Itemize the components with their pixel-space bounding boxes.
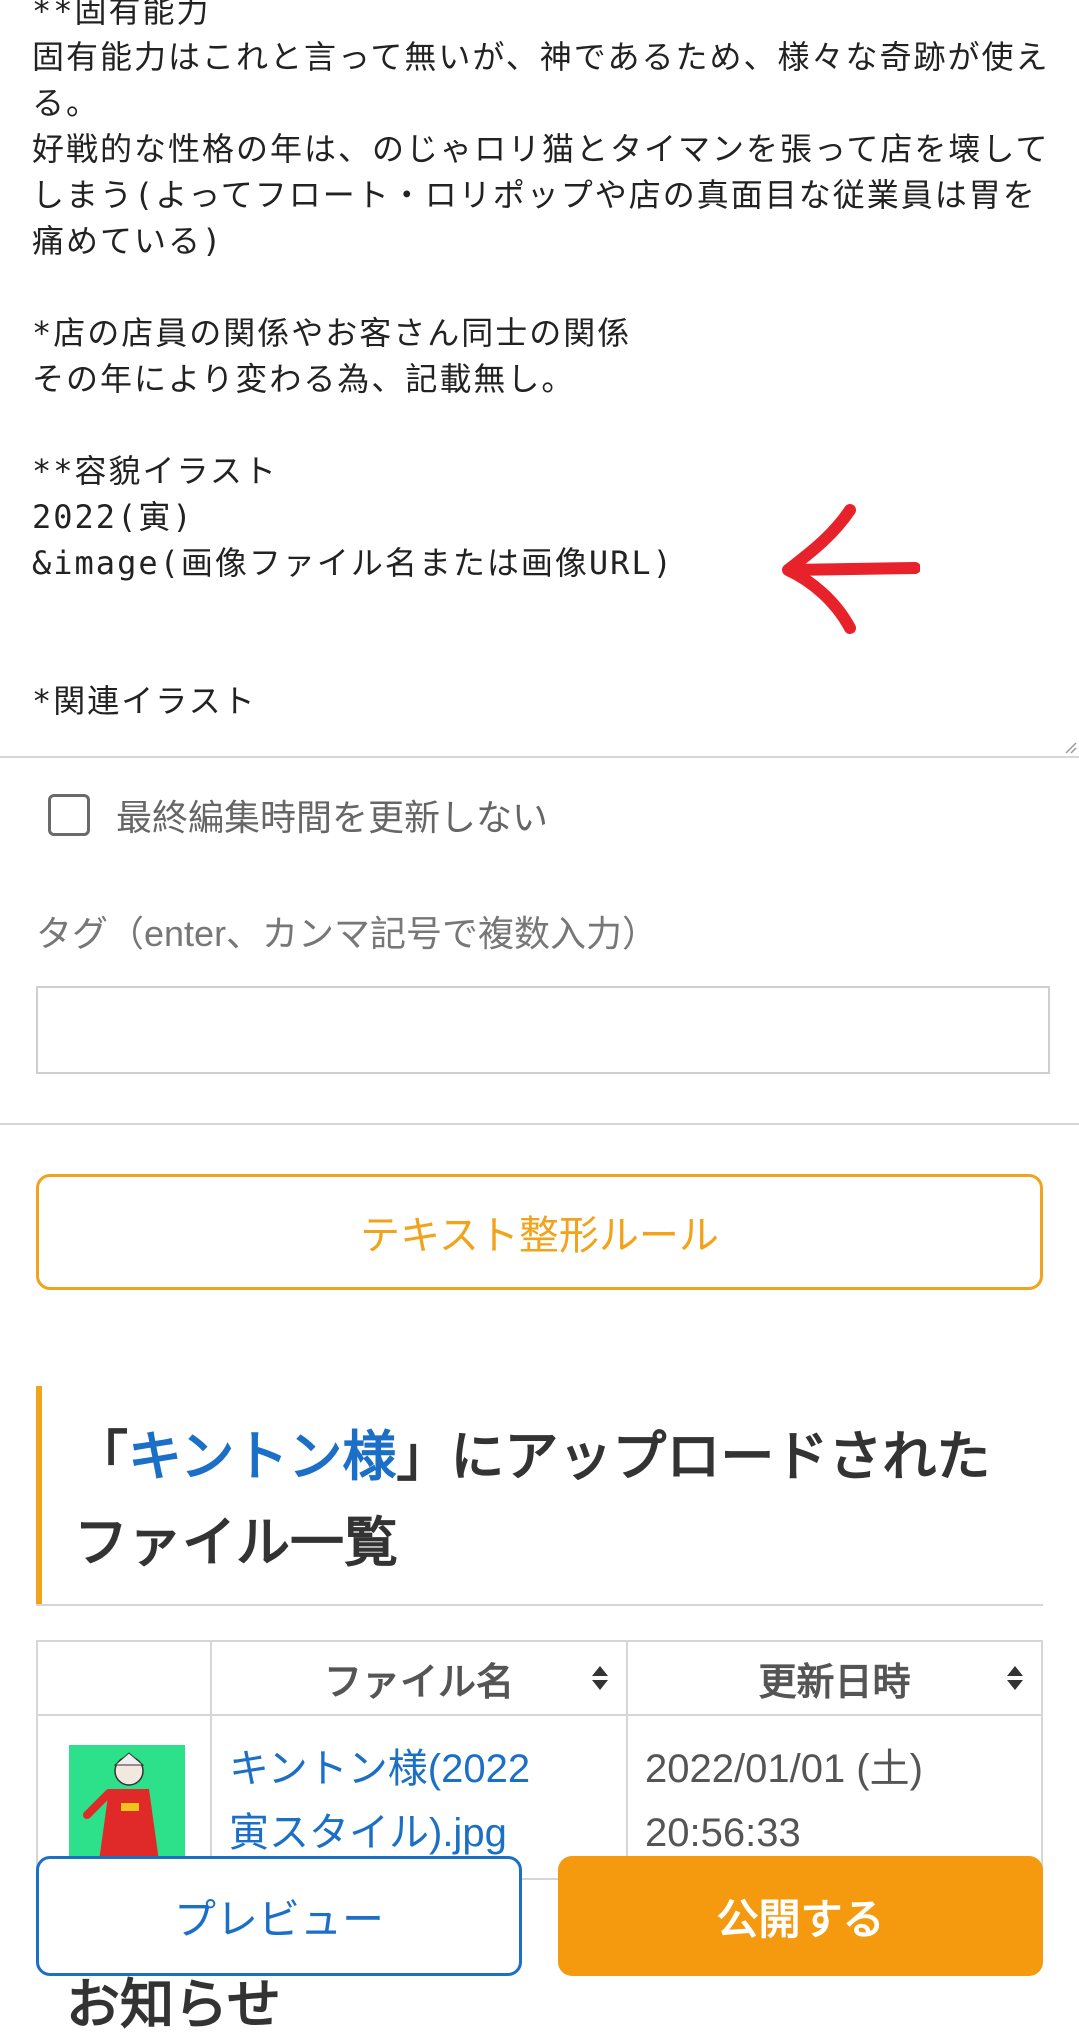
table-row: キントン様(2022 寅スタイル).jpg 2022/01/01 (土) 20:… bbox=[36, 1714, 1043, 1880]
sort-icon[interactable] bbox=[590, 1664, 610, 1692]
publish-button[interactable]: 公開する bbox=[558, 1856, 1043, 1976]
tag-input[interactable] bbox=[36, 986, 1050, 1074]
column-header-thumbnail bbox=[36, 1640, 212, 1716]
filename-cell: キントン様(2022 寅スタイル).jpg bbox=[210, 1714, 628, 1880]
heading-open-bracket: 「 bbox=[74, 1427, 128, 1487]
character-illustration-icon bbox=[69, 1745, 185, 1861]
file-updated-time: 2022/01/01 (土) 20:56:33 bbox=[645, 1747, 923, 1855]
no-update-time-label: 最終編集時間を更新しない bbox=[116, 797, 549, 838]
column-header-filename-label: ファイル名 bbox=[323, 1661, 514, 1704]
heading-underline bbox=[36, 1604, 1043, 1606]
uploaded-files-table: ファイル名 更新日時 キントン様(2022 寅スタイル).jpg 2022/01… bbox=[36, 1640, 1043, 1880]
uploaded-files-heading: 「キントン様」にアップロードされたファイル一覧 bbox=[36, 1386, 1043, 1606]
column-header-updated-label: 更新日時 bbox=[758, 1661, 911, 1704]
file-name-link[interactable]: キントン様(2022 寅スタイル).jpg bbox=[213, 1717, 625, 1865]
red-arrow-annotation bbox=[782, 504, 920, 634]
text-formatting-rules-button[interactable]: テキスト整形ルール bbox=[36, 1174, 1043, 1290]
updated-cell: 2022/01/01 (土) 20:56:33 bbox=[626, 1714, 1043, 1880]
thumbnail-cell bbox=[36, 1714, 212, 1880]
file-thumbnail[interactable] bbox=[69, 1745, 185, 1861]
divider bbox=[0, 1123, 1079, 1125]
sort-icon[interactable] bbox=[1005, 1664, 1025, 1692]
resize-grip-icon[interactable] bbox=[1063, 740, 1077, 754]
column-header-updated[interactable]: 更新日時 bbox=[626, 1640, 1043, 1716]
column-header-filename[interactable]: ファイル名 bbox=[210, 1640, 628, 1716]
tag-field-label: タグ（enter、カンマ記号で複数入力） bbox=[36, 913, 659, 954]
preview-button[interactable]: プレビュー bbox=[36, 1856, 522, 1976]
no-update-time-option[interactable]: 最終編集時間を更新しない bbox=[48, 785, 548, 845]
wiki-text-editor[interactable]: **固有能力 固有能力はこれと言って無いが、神であるため、様々な奇跡が使える。 … bbox=[0, 0, 1079, 758]
page-name-link[interactable]: キントン様 bbox=[128, 1427, 396, 1487]
no-update-time-checkbox[interactable] bbox=[48, 794, 90, 836]
